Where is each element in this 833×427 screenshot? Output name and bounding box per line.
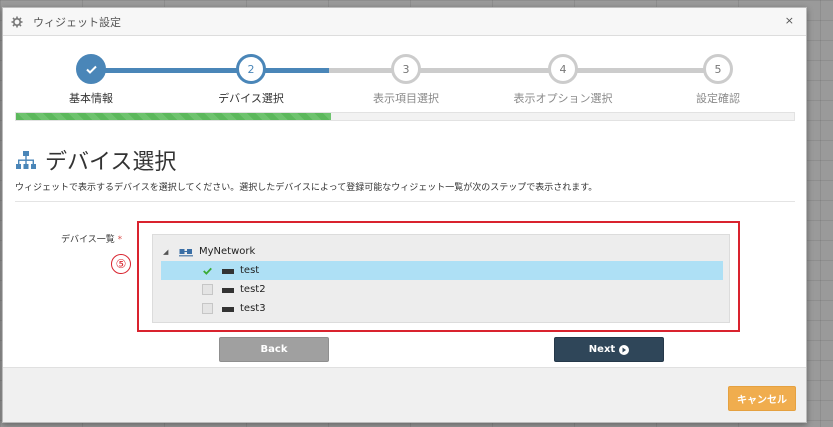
step-3[interactable]: 3 表示項目選択 bbox=[356, 54, 456, 106]
section-divider bbox=[15, 201, 795, 202]
close-icon[interactable]: × bbox=[785, 14, 794, 27]
tree-device-row[interactable]: test2 bbox=[153, 280, 731, 299]
cancel-button-label: キャンセル bbox=[737, 395, 787, 406]
wizard-progress-bar bbox=[15, 112, 795, 121]
step-4[interactable]: 4 表示オプション選択 bbox=[513, 54, 613, 106]
step-3-label: 表示項目選択 bbox=[373, 92, 439, 105]
device-label: test3 bbox=[240, 303, 266, 314]
next-button-label: Next bbox=[588, 344, 616, 355]
step-5[interactable]: 5 設定確認 bbox=[668, 54, 768, 106]
tree-root-row[interactable]: ◢ MyNetwork bbox=[153, 242, 731, 261]
device-list-label-text: デバイス一覧 bbox=[61, 235, 115, 245]
cancel-button[interactable]: キャンセル bbox=[728, 386, 796, 411]
tree-device-row[interactable]: test bbox=[161, 261, 723, 280]
dialog-footer: キャンセル bbox=[3, 367, 806, 422]
collapse-triangle-icon[interactable]: ◢ bbox=[163, 248, 173, 256]
section-description: ウィジェットで表示するデバイスを選択してください。選択したデバイスによって登録可… bbox=[15, 183, 598, 193]
wizard-stepper: 基本情報 2 デバイス選択 3 表示項目選択 4 表示オプション選択 5 設定確… bbox=[3, 36, 806, 106]
step-4-circle: 4 bbox=[548, 54, 578, 84]
step-4-label: 表示オプション選択 bbox=[513, 92, 613, 105]
annotation-marker: ⑤ bbox=[111, 254, 131, 274]
device-icon bbox=[222, 306, 234, 312]
device-checkbox[interactable] bbox=[202, 265, 213, 276]
progress-fill bbox=[16, 113, 332, 120]
step-5-label: 設定確認 bbox=[696, 92, 740, 105]
network-tree-icon bbox=[15, 149, 37, 171]
device-checkbox[interactable] bbox=[202, 303, 213, 314]
arrow-right-icon bbox=[619, 344, 630, 355]
step-2-circle: 2 bbox=[236, 54, 266, 84]
step-3-circle: 3 bbox=[391, 54, 421, 84]
checkmark-icon bbox=[203, 267, 212, 275]
gear-icon bbox=[11, 16, 23, 28]
device-icon bbox=[222, 287, 234, 293]
step-1-circle bbox=[76, 54, 106, 84]
widget-settings-dialog: ウィジェット設定 × 基本情報 2 デバイス選択 3 表示項目選択 4 表示オプ… bbox=[2, 7, 807, 423]
device-checkbox[interactable] bbox=[202, 284, 213, 295]
device-label: test2 bbox=[240, 284, 266, 295]
step-1-label: 基本情報 bbox=[69, 92, 113, 105]
next-button[interactable]: Next bbox=[554, 337, 664, 362]
dialog-title: ウィジェット設定 bbox=[33, 15, 121, 29]
device-icon bbox=[222, 268, 234, 274]
section-title-text: デバイス選択 bbox=[45, 150, 177, 175]
tree-device-row[interactable]: test3 bbox=[153, 299, 731, 318]
check-icon bbox=[85, 65, 97, 74]
step-2[interactable]: 2 デバイス選択 bbox=[201, 54, 301, 106]
tree-root-label: MyNetwork bbox=[199, 246, 256, 257]
dialog-titlebar: ウィジェット設定 × bbox=[3, 8, 806, 36]
device-list-label: デバイス一覧 * bbox=[61, 232, 122, 245]
section-title: デバイス選択 bbox=[15, 144, 176, 176]
back-button[interactable]: Back bbox=[219, 337, 329, 362]
step-1[interactable]: 基本情報 bbox=[41, 54, 141, 106]
device-label: test bbox=[240, 265, 260, 276]
device-tree[interactable]: ◢ MyNetwork test test2 test3 bbox=[152, 234, 730, 323]
network-icon bbox=[179, 247, 193, 257]
back-button-label: Back bbox=[260, 344, 288, 355]
step-5-circle: 5 bbox=[703, 54, 733, 84]
required-mark: * bbox=[117, 235, 123, 245]
step-2-label: デバイス選択 bbox=[218, 92, 284, 105]
